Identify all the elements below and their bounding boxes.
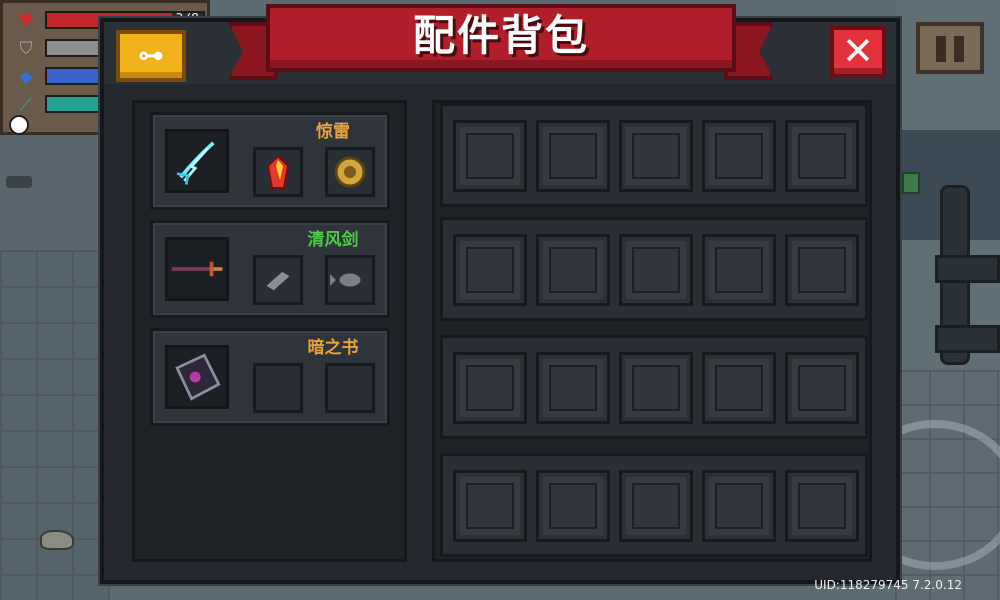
inventory-slot[interactable]: [619, 120, 693, 192]
pipe-horizontal-lower: [935, 325, 1000, 353]
weapon-main-slot[interactable]: [165, 129, 229, 193]
inventory-slot-frame: [715, 483, 763, 529]
inventory-slot[interactable]: [619, 470, 693, 542]
inventory-slot[interactable]: [702, 352, 776, 424]
inventory-slot-frame: [798, 133, 846, 179]
inventory-slot-frame: [466, 133, 514, 179]
inventory-slot[interactable]: [785, 470, 859, 542]
inventory-slot-frame: [466, 365, 514, 411]
inventory-slot[interactable]: [453, 470, 527, 542]
weapon-main-slot[interactable]: [165, 345, 229, 409]
inventory-slot[interactable]: [536, 120, 610, 192]
inventory-row: [440, 103, 868, 207]
inventory-slot-frame: [632, 133, 680, 179]
inventory-slot-frame: [466, 483, 514, 529]
inventory-slot[interactable]: [785, 234, 859, 306]
inventory-slot-frame: [549, 365, 597, 411]
background-debris: [6, 176, 32, 188]
weapon-main-slot[interactable]: [165, 237, 229, 301]
share-icon: ⊶: [138, 41, 164, 71]
pause-icon-bar-left: [936, 36, 946, 62]
inventory-slot[interactable]: [785, 120, 859, 192]
inventory-slot[interactable]: [536, 234, 610, 306]
inventory-slot-frame: [549, 247, 597, 293]
pause-icon-bar-right: [954, 36, 964, 62]
inventory-slot[interactable]: [619, 234, 693, 306]
weapon-name: 暗之书: [307, 338, 359, 358]
inventory-slot-frame: [466, 247, 514, 293]
inventory-slot[interactable]: [536, 470, 610, 542]
dark-book-icon: [175, 353, 221, 401]
accessory-slot-1[interactable]: [253, 255, 303, 305]
accessory-slot-1[interactable]: [253, 363, 303, 413]
sword-icon: [171, 261, 223, 277]
uid-version-text: UID:118279745 7.2.0.12: [814, 578, 962, 592]
energy-crystal-icon: ◆: [19, 67, 33, 87]
weapon-name: 清风剑: [307, 230, 359, 250]
inventory-slot-frame: [549, 483, 597, 529]
page-title: 配件背包: [412, 11, 589, 60]
inventory-slot-frame: [715, 247, 763, 293]
red-crystal-icon: [266, 154, 290, 189]
inventory-slot-frame: [798, 247, 846, 293]
inventory-slot-frame: [715, 365, 763, 411]
inventory-row: [440, 453, 868, 557]
weapon-card-1[interactable]: 惊雷: [150, 112, 390, 210]
accessory-slot-2[interactable]: [325, 255, 375, 305]
inventory-slot-frame: [632, 483, 680, 529]
inventory-slot[interactable]: [702, 234, 776, 306]
inventory-slot[interactable]: [536, 352, 610, 424]
pipe-horizontal-upper: [935, 255, 1000, 283]
accessory-slot-1[interactable]: [253, 147, 303, 197]
inventory-slot[interactable]: [702, 470, 776, 542]
heart-icon: ♥: [18, 11, 34, 31]
fish-icon: [330, 270, 364, 290]
gold-coin-icon: [334, 156, 366, 188]
inventory-row: [440, 217, 868, 321]
inventory-slot-frame: [715, 133, 763, 179]
wall-switch: [902, 172, 920, 194]
skill-indicator-dot: [9, 115, 29, 135]
weapon-name: 惊雷: [316, 122, 350, 142]
accessory-slot-2[interactable]: [325, 147, 375, 197]
weapon-icon: ⟋: [20, 95, 32, 115]
weapon-card-2[interactable]: 清风剑: [150, 220, 390, 318]
inventory-slot-frame: [798, 365, 846, 411]
inventory-slot-frame: [632, 365, 680, 411]
accessory-slot-2[interactable]: [325, 363, 375, 413]
inventory-slot[interactable]: [453, 234, 527, 306]
close-button[interactable]: ✕: [830, 26, 886, 78]
inventory-row: [440, 335, 868, 439]
background-creature: [40, 530, 74, 550]
inventory-slot-frame: [798, 483, 846, 529]
inventory-slot[interactable]: [453, 352, 527, 424]
shield-icon: ⛉: [19, 39, 33, 59]
inventory-slot[interactable]: [619, 352, 693, 424]
inventory-slot[interactable]: [702, 120, 776, 192]
inventory-slot[interactable]: [785, 352, 859, 424]
iron-ingot-icon: [261, 268, 295, 294]
inventory-slot-frame: [632, 247, 680, 293]
inventory-slot[interactable]: [453, 120, 527, 192]
close-icon: ✕: [842, 29, 874, 73]
weapon-card-3[interactable]: 暗之书: [150, 328, 390, 426]
share-button[interactable]: ⊶: [116, 30, 186, 82]
pause-button[interactable]: [916, 22, 984, 74]
lightning-bow-icon: [176, 141, 215, 185]
inventory-slot-frame: [549, 133, 597, 179]
